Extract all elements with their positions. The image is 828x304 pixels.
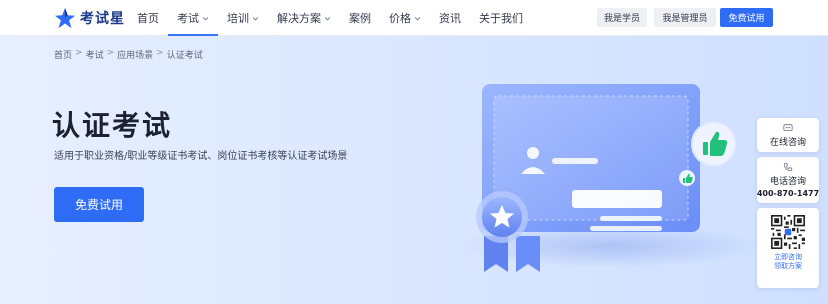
- nav-label: 资讯: [439, 12, 461, 25]
- nav-label: 首页: [137, 12, 159, 25]
- nav-item-solutions[interactable]: 解决方案: [268, 0, 340, 36]
- brand-name: 考试星: [80, 11, 125, 27]
- chevron-down-icon: [202, 16, 209, 21]
- nav-item-news[interactable]: 资讯: [430, 0, 470, 36]
- nav-item-training[interactable]: 培训: [218, 0, 268, 36]
- chevron-down-icon: [324, 16, 331, 21]
- breadcrumb-separator: >: [75, 48, 83, 58]
- breadcrumb: 首页 > 考试 > 应用场景 > 认证考试: [54, 48, 203, 61]
- breadcrumb-separator: >: [156, 48, 164, 58]
- online-consult-card[interactable]: 在线咨询: [757, 118, 819, 152]
- hero-banner: 首页 > 考试 > 应用场景 > 认证考试 认证考试 适用于职业资格/职业等级证…: [0, 36, 828, 304]
- page-subtitle: 适用于职业资格/职业等级证书考试、岗位证书考核等认证考试场景: [54, 151, 348, 162]
- thumbs-up-icon: [679, 170, 695, 186]
- main-nav: 首页 考试 培训 解决方案 案例 价格 资讯 关于我们: [128, 0, 532, 36]
- phone-consult-label: 电话咨询: [769, 177, 806, 187]
- qr-consult-card[interactable]: 立即咨询 领取方案: [757, 208, 819, 288]
- breadcrumb-scenarios[interactable]: 应用场景: [117, 48, 153, 61]
- qr-plan-link[interactable]: 领取方案: [774, 262, 802, 271]
- nav-label: 价格: [389, 12, 411, 25]
- page-title: 认证考试: [52, 109, 173, 142]
- certificate-illustration: [460, 84, 760, 272]
- breadcrumb-home[interactable]: 首页: [54, 48, 72, 61]
- phone-number[interactable]: 400-870-1477: [757, 189, 819, 198]
- nav-item-home[interactable]: 首页: [128, 0, 168, 36]
- header-trial-button[interactable]: 免费试用: [720, 8, 773, 27]
- breadcrumb-separator: >: [106, 48, 115, 58]
- nav-label: 解决方案: [277, 12, 321, 25]
- thumbs-up-icon: [691, 121, 737, 167]
- free-trial-button[interactable]: 免费试用: [54, 187, 144, 222]
- nav-label: 关于我们: [479, 12, 523, 25]
- logo-star-icon: [54, 7, 76, 29]
- nav-label: 培训: [227, 12, 249, 25]
- breadcrumb-exam[interactable]: 考试: [86, 48, 104, 61]
- admin-login-button[interactable]: 我是管理员: [654, 8, 716, 27]
- brand-logo[interactable]: 考试星: [54, 6, 125, 30]
- phone-consult-card[interactable]: 电话咨询 400-870-1477: [757, 157, 819, 203]
- chat-icon: [783, 124, 793, 131]
- chevron-down-icon: [414, 16, 421, 21]
- nav-item-cases[interactable]: 案例: [340, 0, 380, 36]
- qr-consult-link[interactable]: 立即咨询: [774, 253, 802, 262]
- breadcrumb-current: 认证考试: [166, 51, 203, 61]
- phone-icon: [783, 162, 793, 172]
- nav-item-about[interactable]: 关于我们: [470, 0, 532, 36]
- nav-item-exam[interactable]: 考试: [168, 0, 218, 36]
- chevron-down-icon: [252, 16, 259, 21]
- nav-item-pricing[interactable]: 价格: [380, 0, 430, 36]
- qr-code-icon: [771, 215, 805, 249]
- nav-label: 案例: [349, 12, 371, 25]
- top-navigation-bar: 考试星 首页 考试 培训 解决方案 案例 价格 资讯 关于我们 我是学员 我是管…: [0, 0, 828, 36]
- student-login-button[interactable]: 我是学员: [597, 8, 647, 27]
- nav-label: 考试: [177, 12, 199, 25]
- online-consult-label: 在线咨询: [769, 138, 806, 148]
